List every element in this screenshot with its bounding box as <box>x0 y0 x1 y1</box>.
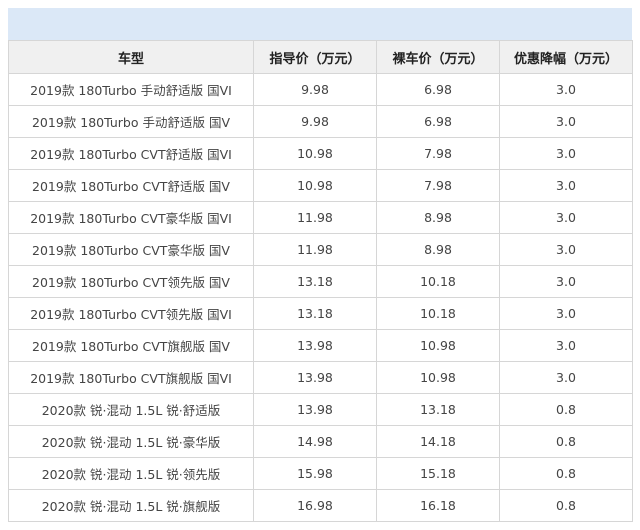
cell-bare-price: 7.98 <box>376 169 500 202</box>
cell-guide-price: 13.18 <box>253 265 377 298</box>
cell-model: 2020款 锐·混动 1.5L 锐·舒适版 <box>8 393 254 426</box>
cell-guide-price: 13.98 <box>253 329 377 362</box>
cell-guide-price: 10.98 <box>253 137 377 170</box>
table-row: 2019款 180Turbo CVT领先版 国VI 13.18 10.18 3.0 <box>8 297 633 330</box>
cell-discount: 3.0 <box>499 137 633 170</box>
cell-model: 2019款 180Turbo CVT旗舰版 国V <box>8 329 254 362</box>
table-row: 2019款 180Turbo 手动舒适版 国VI 9.98 6.98 3.0 <box>8 73 633 106</box>
cell-model: 2020款 锐·混动 1.5L 锐·豪华版 <box>8 425 254 458</box>
cell-discount: 0.8 <box>499 457 633 490</box>
cell-model: 2020款 锐·混动 1.5L 锐·旗舰版 <box>8 489 254 522</box>
table-row: 2020款 锐·混动 1.5L 锐·舒适版 13.98 13.18 0.8 <box>8 393 633 426</box>
header-discount: 优惠降幅（万元） <box>499 40 633 74</box>
cell-guide-price: 14.98 <box>253 425 377 458</box>
table-body: 2019款 180Turbo 手动舒适版 国VI 9.98 6.98 3.0 2019款… <box>8 73 633 522</box>
cell-guide-price: 13.18 <box>253 297 377 330</box>
cell-guide-price: 16.98 <box>253 489 377 522</box>
table-caption-band <box>8 8 632 40</box>
cell-guide-price: 11.98 <box>253 201 377 234</box>
header-row: 车型 指导价（万元） 裸车价（万元） 优惠降幅（万元） <box>8 40 633 74</box>
price-table-page: 车型 指导价（万元） 裸车价（万元） 优惠降幅（万元） 2019款 180Tur… <box>0 0 640 530</box>
cell-bare-price: 8.98 <box>376 233 500 266</box>
cell-bare-price: 14.18 <box>376 425 500 458</box>
cell-discount: 3.0 <box>499 201 633 234</box>
cell-discount: 3.0 <box>499 297 633 330</box>
cell-guide-price: 15.98 <box>253 457 377 490</box>
cell-discount: 0.8 <box>499 425 633 458</box>
table-row: 2019款 180Turbo 手动舒适版 国V 9.98 6.98 3.0 <box>8 105 633 138</box>
cell-bare-price: 6.98 <box>376 73 500 106</box>
cell-guide-price: 10.98 <box>253 169 377 202</box>
cell-discount: 0.8 <box>499 489 633 522</box>
cell-bare-price: 10.18 <box>376 297 500 330</box>
cell-bare-price: 10.98 <box>376 329 500 362</box>
cell-bare-price: 8.98 <box>376 201 500 234</box>
cell-discount: 3.0 <box>499 105 633 138</box>
table-row: 2020款 锐·混动 1.5L 锐·豪华版 14.98 14.18 0.8 <box>8 425 633 458</box>
cell-model: 2019款 180Turbo CVT豪华版 国V <box>8 233 254 266</box>
table-row: 2019款 180Turbo CVT舒适版 国VI 10.98 7.98 3.0 <box>8 137 633 170</box>
cell-bare-price: 10.98 <box>376 361 500 394</box>
cell-discount: 3.0 <box>499 329 633 362</box>
cell-bare-price: 6.98 <box>376 105 500 138</box>
cell-bare-price: 10.18 <box>376 265 500 298</box>
table-row: 2019款 180Turbo CVT领先版 国V 13.18 10.18 3.0 <box>8 265 633 298</box>
cell-bare-price: 15.18 <box>376 457 500 490</box>
cell-discount: 3.0 <box>499 265 633 298</box>
header-bare-price: 裸车价（万元） <box>376 40 500 74</box>
cell-discount: 3.0 <box>499 73 633 106</box>
table-row: 2019款 180Turbo CVT旗舰版 国V 13.98 10.98 3.0 <box>8 329 633 362</box>
table-header: 车型 指导价（万元） 裸车价（万元） 优惠降幅（万元） <box>8 40 633 74</box>
table-row: 2019款 180Turbo CVT旗舰版 国VI 13.98 10.98 3.0 <box>8 361 633 394</box>
cell-model: 2020款 锐·混动 1.5L 锐·领先版 <box>8 457 254 490</box>
cell-model: 2019款 180Turbo CVT领先版 国V <box>8 265 254 298</box>
cell-guide-price: 9.98 <box>253 105 377 138</box>
price-table: 车型 指导价（万元） 裸车价（万元） 优惠降幅（万元） 2019款 180Tur… <box>8 40 633 522</box>
cell-model: 2019款 180Turbo 手动舒适版 国VI <box>8 73 254 106</box>
cell-discount: 3.0 <box>499 233 633 266</box>
cell-model: 2019款 180Turbo CVT舒适版 国VI <box>8 137 254 170</box>
table-row: 2020款 锐·混动 1.5L 锐·旗舰版 16.98 16.18 0.8 <box>8 489 633 522</box>
cell-model: 2019款 180Turbo CVT豪华版 国VI <box>8 201 254 234</box>
header-guide-price: 指导价（万元） <box>253 40 377 74</box>
table-row: 2019款 180Turbo CVT豪华版 国VI 11.98 8.98 3.0 <box>8 201 633 234</box>
cell-guide-price: 13.98 <box>253 393 377 426</box>
cell-bare-price: 7.98 <box>376 137 500 170</box>
cell-discount: 0.8 <box>499 393 633 426</box>
table-row: 2020款 锐·混动 1.5L 锐·领先版 15.98 15.18 0.8 <box>8 457 633 490</box>
cell-model: 2019款 180Turbo 手动舒适版 国V <box>8 105 254 138</box>
cell-discount: 3.0 <box>499 169 633 202</box>
cell-model: 2019款 180Turbo CVT旗舰版 国VI <box>8 361 254 394</box>
table-row: 2019款 180Turbo CVT豪华版 国V 11.98 8.98 3.0 <box>8 233 633 266</box>
cell-guide-price: 11.98 <box>253 233 377 266</box>
cell-bare-price: 16.18 <box>376 489 500 522</box>
cell-model: 2019款 180Turbo CVT舒适版 国V <box>8 169 254 202</box>
table-row: 2019款 180Turbo CVT舒适版 国V 10.98 7.98 3.0 <box>8 169 633 202</box>
cell-model: 2019款 180Turbo CVT领先版 国VI <box>8 297 254 330</box>
cell-guide-price: 9.98 <box>253 73 377 106</box>
cell-discount: 3.0 <box>499 361 633 394</box>
cell-guide-price: 13.98 <box>253 361 377 394</box>
header-model: 车型 <box>8 40 254 74</box>
cell-bare-price: 13.18 <box>376 393 500 426</box>
